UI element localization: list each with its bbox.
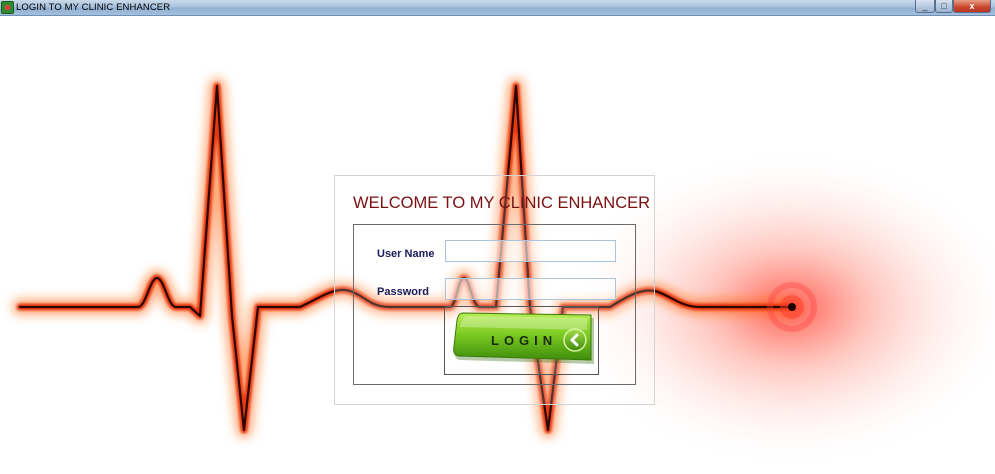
login-form: User Name Password LOGIN — [353, 224, 636, 385]
login-button-label: LOGIN — [491, 333, 558, 348]
login-button-frame: LOGIN — [444, 306, 599, 375]
minimize-button[interactable]: _ — [915, 0, 935, 13]
password-label: Password — [377, 286, 429, 298]
login-panel: WELCOME TO MY CLINIC ENHANCER User Name … — [334, 175, 655, 405]
login-button[interactable]: LOGIN — [451, 310, 595, 364]
close-button[interactable]: x — [953, 0, 991, 13]
welcome-heading: WELCOME TO MY CLINIC ENHANCER — [353, 194, 651, 212]
maximize-button[interactable]: □ — [935, 0, 953, 13]
window-title: LOGIN TO MY CLINIC ENHANCER — [16, 2, 171, 13]
username-label: User Name — [377, 248, 435, 260]
username-input[interactable] — [445, 240, 616, 262]
app-icon[interactable] — [1, 1, 14, 14]
password-input[interactable] — [445, 278, 616, 300]
chevron-left-icon — [563, 328, 587, 352]
title-bar: LOGIN TO MY CLINIC ENHANCER _ □ x — [0, 0, 995, 16]
